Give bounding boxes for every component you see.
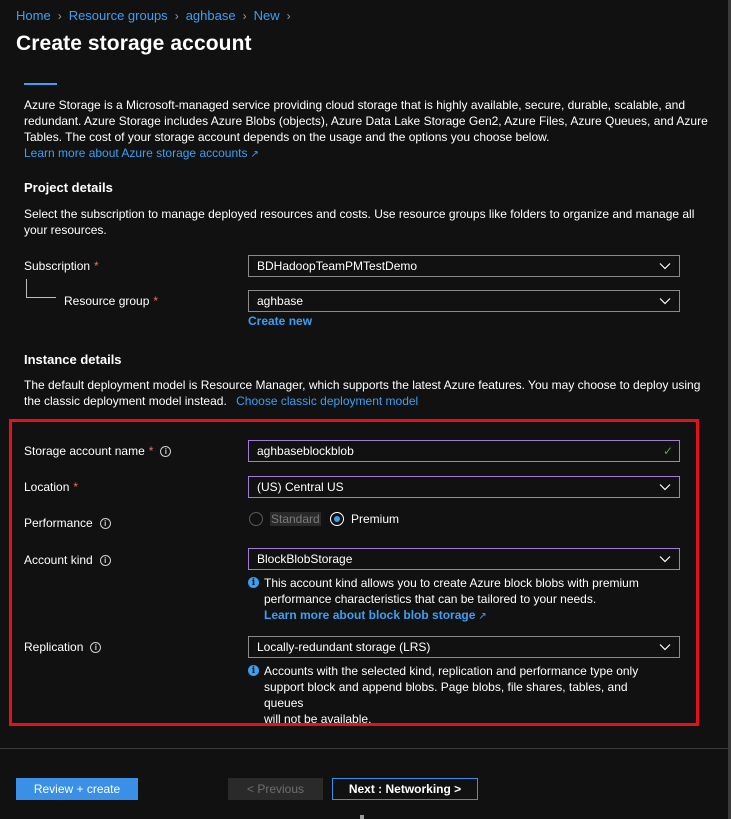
resource-group-value: aghbase — [257, 294, 304, 308]
repl-info-line-3: will not be available. — [264, 712, 372, 726]
project-details-heading: Project details — [24, 180, 113, 195]
account-kind-value: BlockBlobStorage — [257, 552, 353, 566]
storage-account-name-input[interactable]: aghbaseblockblob ✓ — [248, 440, 680, 462]
breadcrumb-new[interactable]: New — [254, 8, 280, 23]
storage-account-name-label: Storage account name * i — [24, 444, 172, 458]
account-kind-info-body: This account kind allows you to create A… — [264, 575, 664, 625]
breadcrumb: Home › Resource groups › aghbase › New › — [16, 8, 298, 23]
resource-group-label: Resource group * — [64, 294, 158, 308]
kind-info-line-2: performance characteristics that can be … — [264, 592, 597, 606]
page-title: Create storage account — [16, 32, 252, 55]
review-create-button[interactable]: Review + create — [16, 778, 138, 800]
performance-standard-label: Standard — [270, 512, 321, 526]
location-select[interactable]: (US) Central US — [248, 476, 680, 498]
breadcrumb-home[interactable]: Home — [16, 8, 51, 23]
learn-more-block-blob-link[interactable]: Learn more about block blob storage — [264, 608, 475, 622]
replication-info-body: Accounts with the selected kind, replica… — [264, 663, 664, 727]
instance-desc-2-row: the classic deployment model instead. Ch… — [24, 393, 418, 409]
info-icon[interactable]: i — [90, 641, 102, 653]
subscription-label: Subscription * — [24, 259, 99, 273]
kind-info-link-row: Learn more about block blob storage ↗ — [264, 607, 664, 625]
location-label-text: Location — [24, 480, 70, 494]
intro-line-3: Tables. The cost of your storage account… — [24, 130, 550, 144]
subscription-label-text: Subscription — [24, 259, 91, 273]
project-desc-2: your resources. — [24, 223, 107, 237]
next-networking-button[interactable]: Next : Networking > — [332, 778, 478, 800]
account-kind-label: Account kind i — [24, 553, 111, 567]
instance-details-heading: Instance details — [24, 352, 122, 367]
replication-label: Replication i — [24, 640, 102, 654]
tree-connector-vertical — [26, 279, 27, 297]
tree-connector-horizontal — [26, 297, 56, 298]
replication-label-text: Replication — [24, 640, 84, 654]
info-icon[interactable]: i — [99, 554, 111, 566]
required-marker: * — [148, 444, 154, 458]
replication-value: Locally-redundant storage (LRS) — [257, 640, 431, 654]
required-marker: * — [153, 294, 159, 308]
instance-desc-1: The default deployment model is Resource… — [24, 378, 701, 392]
chevron-down-icon — [659, 644, 671, 651]
chevron-down-icon — [659, 298, 671, 305]
account-kind-info: i This account kind allows you to create… — [248, 575, 664, 625]
info-icon[interactable]: i — [99, 517, 111, 529]
breadcrumb-aghbase[interactable]: aghbase — [186, 8, 236, 23]
repl-info-line-1: Accounts with the selected kind, replica… — [264, 664, 639, 678]
required-marker: * — [94, 259, 99, 273]
external-link-icon: ↗ — [478, 611, 487, 622]
replication-select[interactable]: Locally-redundant storage (LRS) — [248, 636, 680, 658]
resource-group-select[interactable]: aghbase — [248, 290, 680, 312]
account-kind-select[interactable]: BlockBlobStorage — [248, 548, 680, 570]
learn-more-storage-row: Learn more about Azure storage accounts ↗ — [24, 145, 259, 163]
info-filled-icon: i — [248, 577, 259, 588]
info-filled-icon: i — [248, 665, 259, 676]
intro-line-1: Azure Storage is a Microsoft-managed ser… — [24, 98, 686, 112]
chevron-right-icon: › — [174, 8, 179, 23]
replication-info: i Accounts with the selected kind, repli… — [248, 663, 664, 727]
intro-line-2: redundant. Azure Storage includes Azure … — [24, 114, 708, 128]
chevron-down-icon — [659, 556, 671, 563]
radio-circle — [330, 512, 344, 526]
performance-label-text: Performance — [24, 516, 93, 530]
location-label: Location * — [24, 480, 78, 494]
mouse-cursor-icon — [360, 815, 364, 819]
classic-deployment-link[interactable]: Choose classic deployment model — [236, 394, 418, 408]
performance-premium-radio[interactable]: Premium — [330, 512, 399, 526]
performance-label: Performance i — [24, 516, 111, 530]
repl-info-line-2: support block and append blobs. Page blo… — [264, 680, 628, 710]
resource-group-label-text: Resource group — [64, 294, 150, 308]
previous-button[interactable]: < Previous — [228, 778, 323, 800]
learn-more-storage-link[interactable]: Learn more about Azure storage accounts — [24, 146, 247, 160]
kind-info-line-1: This account kind allows you to create A… — [264, 576, 639, 590]
chevron-right-icon: › — [242, 8, 247, 23]
create-new-link[interactable]: Create new — [248, 314, 312, 328]
chevron-right-icon: › — [57, 8, 62, 23]
required-marker: * — [73, 480, 79, 494]
subscription-value: BDHadoopTeamPMTestDemo — [257, 259, 418, 273]
subscription-select[interactable]: BDHadoopTeamPMTestDemo — [248, 255, 680, 277]
footer-divider — [0, 748, 728, 749]
chevron-down-icon — [659, 263, 671, 270]
storage-account-name-label-text: Storage account name — [24, 444, 145, 458]
breadcrumb-resource-groups[interactable]: Resource groups — [69, 8, 168, 23]
chevron-down-icon — [659, 484, 671, 491]
project-desc-1: Select the subscription to manage deploy… — [24, 207, 695, 221]
instance-desc-2: the classic deployment model instead. — [24, 394, 227, 408]
performance-standard-radio[interactable]: Standard — [249, 512, 321, 526]
radio-circle — [249, 512, 263, 526]
location-value: (US) Central US — [257, 480, 344, 494]
checkmark-icon: ✓ — [662, 444, 673, 458]
performance-premium-label: Premium — [351, 512, 400, 526]
account-kind-label-text: Account kind — [24, 553, 93, 567]
external-link-icon: ↗ — [250, 149, 259, 160]
active-tab-indicator — [24, 83, 57, 85]
chevron-right-icon: › — [286, 8, 291, 23]
storage-account-name-value: aghbaseblockblob — [257, 444, 354, 458]
info-icon[interactable]: i — [160, 445, 172, 457]
